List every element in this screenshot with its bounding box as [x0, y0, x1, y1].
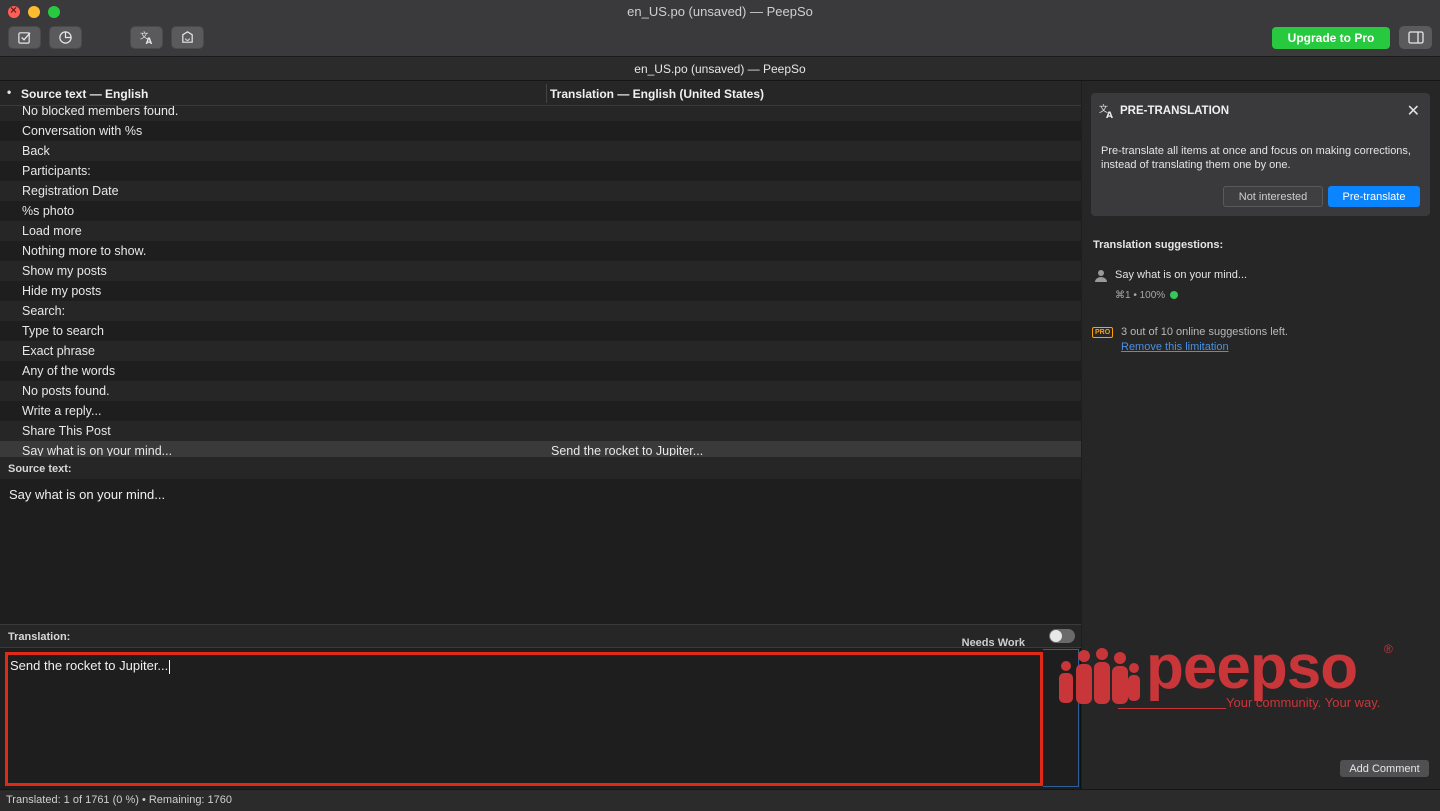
row-source-text: Say what is on your mind...	[22, 444, 173, 456]
source-column-header[interactable]: Source text — English	[21, 87, 148, 101]
logo-wordmark: peepso	[1146, 633, 1358, 702]
suggestions-left-text: 3 out of 10 online suggestions left.	[1121, 326, 1288, 338]
pie-chart-icon	[59, 31, 72, 44]
close-icon[interactable]: ✕	[1407, 101, 1420, 121]
table-row[interactable]: Share This Post	[0, 421, 1081, 441]
table-row[interactable]: Back	[0, 141, 1081, 161]
row-translation-text: Send the rocket to Jupiter...	[551, 444, 704, 456]
text-cursor	[169, 659, 171, 674]
pretranslation-title: PRE-TRANSLATION	[1120, 105, 1230, 117]
table-row[interactable]: %s photo	[0, 201, 1081, 221]
column-divider[interactable]	[546, 84, 547, 103]
logo-underline	[1118, 708, 1226, 709]
source-text-view: Say what is on your mind...	[0, 479, 1081, 624]
suggestion-item[interactable]: Say what is on your mind...	[1115, 269, 1247, 281]
row-source-text: No blocked members found.	[22, 106, 179, 118]
suggestion-meta: ⌘1 • 100%	[1115, 290, 1178, 301]
pro-badge: PRO	[1092, 327, 1114, 338]
translation-label-bar: Translation: Needs Work	[0, 624, 1081, 649]
pretranslate-toolbar-button[interactable]: 文A	[130, 26, 163, 49]
not-interested-button[interactable]: Not interested	[1223, 186, 1323, 207]
upgrade-to-pro-button[interactable]: Upgrade to Pro	[1272, 27, 1390, 49]
row-source-text: Any of the words	[22, 364, 116, 378]
table-row[interactable]: Registration Date	[0, 181, 1081, 201]
table-row[interactable]: Search:	[0, 301, 1081, 321]
row-source-text: Registration Date	[22, 184, 119, 198]
translate-icon: 文A	[140, 30, 153, 45]
row-source-text: Load more	[22, 224, 82, 238]
strings-list[interactable]: No blocked members found. Conversation wi…	[0, 106, 1081, 456]
peepso-logo: peepso ® Your community. Your way.	[1056, 633, 1406, 712]
svg-text:A: A	[146, 36, 153, 45]
editor-pane: • Source text — English Translation — En…	[0, 81, 1081, 789]
validate-button[interactable]	[8, 26, 41, 49]
logo-tagline: Your community. Your way.	[1226, 695, 1381, 710]
window-title: en_US.po (unsaved) — PeepSo	[627, 4, 813, 19]
table-row[interactable]: Participants:	[0, 161, 1081, 181]
source-text-label: Source text:	[0, 456, 1081, 480]
translation-input[interactable]: Send the rocket to Jupiter...	[5, 652, 1043, 786]
person-icon	[1095, 269, 1107, 285]
translation-label: Translation:	[8, 631, 71, 643]
row-source-text: Conversation with %s	[22, 124, 143, 138]
row-source-text: Write a reply...	[22, 404, 102, 418]
row-source-text: Exact phrase	[22, 344, 95, 358]
checkbox-icon	[18, 32, 31, 44]
svg-text:A: A	[1106, 111, 1113, 119]
statistics-button[interactable]	[49, 26, 82, 49]
status-column-header[interactable]: •	[7, 85, 11, 99]
people-logo-icon	[1059, 648, 1140, 704]
table-row[interactable]: Conversation with %s	[0, 121, 1081, 141]
translation-input-text: Send the rocket to Jupiter...	[10, 658, 169, 673]
table-row[interactable]: Write a reply...	[0, 401, 1081, 421]
suggestion-shortcut-score: ⌘1 • 100%	[1115, 290, 1166, 301]
row-source-text: No posts found.	[22, 384, 110, 398]
row-source-text: Nothing more to show.	[22, 244, 147, 258]
table-row[interactable]: Show my posts	[0, 261, 1081, 281]
table-row[interactable]: Hide my posts	[0, 281, 1081, 301]
table-row[interactable]: Type to search	[0, 321, 1081, 341]
update-from-source-button[interactable]	[171, 26, 204, 49]
table-row[interactable]: No blocked members found.	[0, 106, 1081, 121]
row-source-text: Search:	[22, 304, 66, 318]
update-icon	[182, 31, 193, 43]
table-row[interactable]: Any of the words	[0, 361, 1081, 381]
title-bar: en_US.po (unsaved) — PeepSo 文A Upgrade t…	[0, 0, 1440, 57]
translation-column-header[interactable]: Translation — English (United States)	[550, 87, 764, 101]
suggestions-title: Translation suggestions:	[1093, 239, 1224, 251]
registered-mark-icon: ®	[1384, 642, 1393, 656]
column-header: • Source text — English Translation — En…	[0, 81, 1081, 106]
table-row[interactable]: Exact phrase	[0, 341, 1081, 361]
status-bar: Translated: 1 of 1761 (0 %) • Remaining:…	[0, 789, 1440, 811]
row-source-text: Participants:	[22, 164, 91, 178]
row-source-text: Share This Post	[22, 424, 111, 438]
sidebar-toggle-button[interactable]	[1399, 26, 1432, 49]
sidebar-icon	[1407, 31, 1424, 44]
pretranslate-button[interactable]: Pre-translate	[1328, 186, 1420, 207]
table-row[interactable]: Load more	[0, 221, 1081, 241]
pretranslation-description: Pre-translate all items at once and focu…	[1101, 145, 1411, 171]
row-source-text: Type to search	[22, 324, 104, 338]
table-row[interactable]: Say what is on your mind... Send the rock…	[0, 441, 1081, 456]
check-icon	[1169, 291, 1178, 300]
pretranslation-card: 文A PRE-TRANSLATION ✕ Pre-translate all i…	[1091, 93, 1430, 216]
add-comment-button[interactable]: Add Comment	[1340, 760, 1429, 777]
row-source-text: Hide my posts	[22, 284, 102, 298]
document-tab[interactable]: en_US.po (unsaved) — PeepSo	[0, 57, 1440, 81]
row-source-text: Show my posts	[22, 264, 107, 278]
translate-icon: 文A	[1099, 103, 1115, 122]
table-row[interactable]: Nothing more to show.	[0, 241, 1081, 261]
remove-limitation-link[interactable]: Remove this limitation	[1121, 341, 1229, 353]
row-source-text: Back	[22, 144, 50, 158]
row-source-text: %s photo	[22, 204, 75, 218]
table-row[interactable]: No posts found.	[0, 381, 1081, 401]
